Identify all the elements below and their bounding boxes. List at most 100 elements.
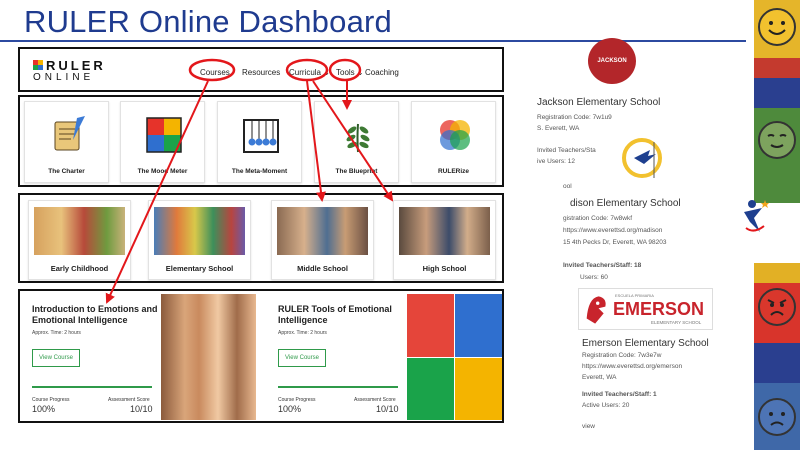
elementary-photo bbox=[154, 207, 245, 255]
course-title: Introduction to Emotions and Emotional I… bbox=[32, 304, 158, 325]
emerson-url[interactable]: https://www.everettsd.org/emerson bbox=[582, 363, 682, 370]
sad-face-icon bbox=[758, 398, 796, 436]
emerson-registration: Registration Code: 7w3e7w bbox=[582, 352, 662, 359]
venn-icon bbox=[440, 120, 470, 150]
emerson-logo-top: ESCUELA PRIMARIA bbox=[615, 293, 654, 298]
madison-users: Users: 60 bbox=[580, 274, 608, 281]
ruler-navbar: RULER ONLINE Courses Resources Curricula… bbox=[18, 47, 504, 92]
photo-tile bbox=[455, 294, 502, 357]
strip-band bbox=[754, 58, 800, 78]
course-progress-bar bbox=[32, 386, 152, 388]
view-course-button[interactable]: View Course bbox=[278, 349, 326, 367]
level-card-middle-school[interactable]: Middle School bbox=[271, 200, 374, 280]
school-name-emerson[interactable]: Emerson Elementary School bbox=[582, 338, 709, 349]
emerson-view-link[interactable]: view bbox=[582, 423, 595, 430]
tool-label: The Blueprint bbox=[335, 168, 378, 175]
madison-url[interactable]: https://www.everettsd.org/madison bbox=[563, 227, 662, 234]
nav-resources[interactable]: Resources bbox=[242, 68, 280, 77]
course-approx-time: Approx. Time: 2 hours bbox=[278, 330, 327, 336]
angry-face-icon bbox=[758, 288, 796, 326]
photo-tile bbox=[455, 358, 502, 420]
madison-invited: Invited Teachers/Staff: 18 bbox=[563, 262, 642, 269]
course-card-intro-emotions[interactable]: Introduction to Emotions and Emotional I… bbox=[20, 294, 256, 420]
tool-card-charter[interactable]: The Charter bbox=[24, 101, 109, 183]
emerson-active-users: Active Users: 20 bbox=[582, 402, 630, 409]
madison-eagle-icon bbox=[622, 138, 662, 178]
calm-face-icon bbox=[758, 121, 796, 159]
course-progress-bar bbox=[278, 386, 398, 388]
star-person-logo bbox=[740, 196, 770, 236]
tool-label: The Meta-Moment bbox=[231, 168, 288, 175]
school-name-jackson[interactable]: Jackson Elementary School bbox=[537, 97, 660, 108]
course-progress-value: 100% bbox=[278, 404, 302, 414]
assessment-score-label: Assessment Score bbox=[354, 397, 396, 403]
course-approx-time: Approx. Time: 2 hours bbox=[32, 330, 81, 336]
jackson-location: S. Everett, WA bbox=[537, 125, 580, 132]
assessment-score-value: 10/10 bbox=[130, 404, 153, 414]
star-person-icon bbox=[744, 200, 769, 232]
tool-card-mood-meter[interactable]: The Mood Meter bbox=[120, 101, 205, 183]
level-card-early-childhood[interactable]: Early Childhood bbox=[28, 200, 131, 280]
tools-panel: The Charter The Mood Meter The Meta-Mome… bbox=[18, 95, 504, 187]
madison-address: 15 4th Pecks Dr, Everett, WA 98203 bbox=[563, 239, 667, 246]
emerson-logo-sub: ELEMENTARY SCHOOL bbox=[651, 320, 702, 325]
strip-band bbox=[754, 343, 800, 383]
photo-tile bbox=[407, 294, 454, 357]
jackson-logo: JACKSON bbox=[588, 38, 636, 84]
emerson-mascot-icon bbox=[586, 296, 606, 324]
courses-panel: Introduction to Emotions and Emotional I… bbox=[18, 289, 504, 423]
high-school-photo bbox=[399, 207, 490, 255]
mood-grid-icon bbox=[146, 117, 182, 153]
madison-logo bbox=[620, 132, 670, 182]
assessment-score-label: Assessment Score bbox=[108, 397, 150, 403]
nav-tools[interactable]: Tools ⌄ bbox=[336, 68, 364, 77]
happy-face-icon bbox=[758, 8, 796, 46]
school-name-madison[interactable]: dison Elementary School bbox=[570, 198, 681, 209]
laurel-icon bbox=[346, 123, 370, 153]
tool-label: RULERize bbox=[437, 168, 470, 175]
tool-card-blueprint[interactable]: The Blueprint bbox=[314, 101, 399, 183]
tool-card-meta-moment[interactable]: The Meta-Moment bbox=[217, 101, 302, 183]
level-label: Early Childhood bbox=[50, 264, 109, 273]
emerson-invited: Invited Teachers/Staff: 1 bbox=[582, 391, 657, 398]
scroll-quill-icon bbox=[54, 116, 85, 151]
level-card-high-school[interactable]: High School bbox=[393, 200, 496, 280]
course-grid-photo bbox=[407, 294, 502, 420]
curricula-levels-panel: Early Childhood Elementary School Middle… bbox=[18, 193, 504, 283]
ruler-online-logo[interactable]: RULER ONLINE bbox=[33, 58, 113, 84]
early-childhood-photo bbox=[34, 207, 125, 255]
emerson-location: Everett, WA bbox=[582, 374, 617, 381]
strip-band bbox=[754, 78, 800, 108]
course-card-ruler-tools[interactable]: RULER Tools of Emotional Intelligence Ap… bbox=[266, 294, 502, 420]
tool-label: The Mood Meter bbox=[137, 168, 188, 175]
jackson-invited: Invited Teachers/Sta bbox=[537, 147, 596, 154]
photo-tile bbox=[407, 358, 454, 420]
assessment-score-value: 10/10 bbox=[376, 404, 399, 414]
course-title: RULER Tools of Emotional Intelligence bbox=[278, 304, 392, 325]
jackson-registration: Registration Code: 7w1u9 bbox=[537, 114, 612, 121]
emerson-logo-main: EMERSON bbox=[613, 299, 705, 319]
madison-registration: gistration Code: 7w8wkf bbox=[563, 215, 633, 222]
title-underline bbox=[0, 40, 746, 42]
emerson-logo: ESCUELA PRIMARIA EMERSON ELEMENTARY SCHO… bbox=[578, 288, 713, 330]
tool-label: The Charter bbox=[48, 168, 85, 175]
course-progress-label: Course Progress bbox=[32, 397, 70, 403]
madison-label-fragment: ool bbox=[563, 183, 572, 190]
course-progress-value: 100% bbox=[32, 404, 56, 414]
slide-title: RULER Online Dashboard bbox=[24, 4, 392, 39]
course-progress-label: Course Progress bbox=[278, 397, 316, 403]
level-label: Elementary School bbox=[165, 264, 234, 273]
view-course-button[interactable]: View Course bbox=[32, 349, 80, 367]
nav-courses[interactable]: Courses bbox=[200, 68, 230, 77]
tool-card-rulerize[interactable]: RULERize bbox=[411, 101, 496, 183]
jackson-active-users: ive Users: 12 bbox=[537, 158, 575, 165]
course-faces-photo bbox=[161, 294, 256, 420]
nav-coaching[interactable]: Coaching bbox=[365, 68, 399, 77]
newton-cradle-icon bbox=[243, 119, 279, 153]
logo-text-bottom: ONLINE bbox=[33, 72, 95, 83]
level-label: Middle School bbox=[297, 264, 348, 273]
nav-curricula[interactable]: Curricula ⌄ bbox=[289, 68, 330, 77]
logo-text-top: RULER bbox=[46, 58, 106, 73]
level-card-elementary[interactable]: Elementary School bbox=[148, 200, 251, 280]
middle-school-photo bbox=[277, 207, 368, 255]
